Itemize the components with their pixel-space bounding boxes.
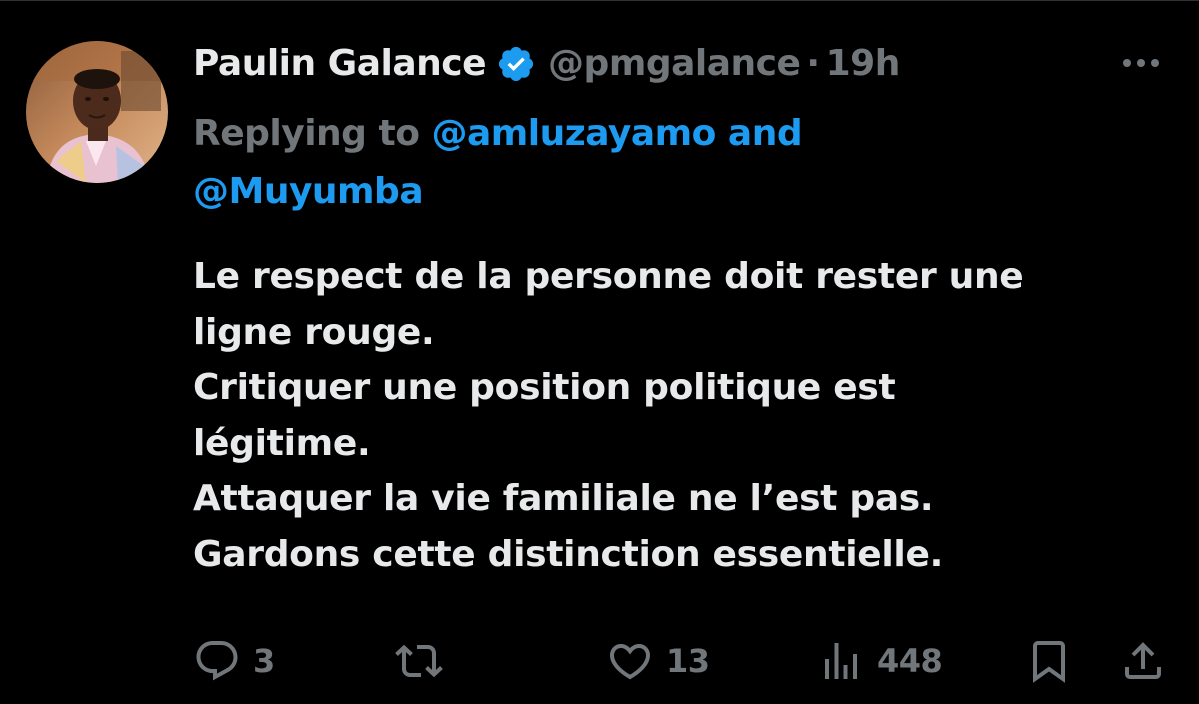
bookmark-button[interactable] [1025, 633, 1073, 689]
author-name[interactable]: Paulin Galance [193, 39, 487, 89]
mention-conjunction: and [715, 113, 803, 154]
tweet-card: Paulin Galance @pmgalance · 19h Replying… [0, 0, 1199, 704]
bookmark-icon [1025, 637, 1073, 685]
views-count: 448 [877, 642, 943, 680]
retweet-button[interactable] [395, 633, 455, 689]
tweet-text-line: Le respect de la personne doit rester un… [193, 256, 1024, 297]
views-button[interactable]: 448 [817, 633, 943, 689]
tweet-header: Paulin Galance @pmgalance · 19h [193, 39, 900, 89]
mention-link[interactable]: @Muyumba [193, 171, 424, 212]
author-handle[interactable]: @pmgalance [548, 39, 801, 89]
share-icon [1119, 637, 1167, 685]
tweet-text-line: Critiquer une position politique est [193, 367, 896, 408]
tweet-text-line: Attaquer la vie familiale ne l’est pas. [193, 478, 934, 519]
share-button[interactable] [1119, 633, 1167, 689]
tweet-text: Le respect de la personne doit rester un… [193, 249, 1153, 582]
verified-badge-icon [496, 44, 536, 84]
replying-to-label: Replying to [193, 113, 432, 154]
tweet-text-line: ligne rouge. [193, 311, 435, 353]
separator-dot: · [806, 43, 820, 84]
timestamp[interactable]: 19h [826, 39, 901, 89]
tweet-text-line: légitime. [193, 422, 371, 464]
mention-link[interactable]: @amluzayamo [431, 113, 716, 154]
retweet-icon [395, 637, 443, 685]
reply-bubble-icon [193, 637, 241, 685]
bar-chart-icon [817, 637, 865, 685]
avatar[interactable] [26, 41, 168, 183]
tweet-text-line: Gardons cette distinction essentielle. [193, 533, 943, 575]
like-button[interactable]: 13 [606, 633, 710, 689]
reply-count: 3 [253, 642, 275, 680]
reply-button[interactable]: 3 [193, 633, 275, 689]
like-count: 13 [666, 642, 710, 680]
heart-icon [606, 637, 654, 685]
action-bar: 3 13 448 [0, 633, 1199, 689]
replying-to: Replying to @amluzayamo and @Muyumba [193, 105, 973, 221]
more-horizontal-icon[interactable] [1118, 45, 1164, 81]
